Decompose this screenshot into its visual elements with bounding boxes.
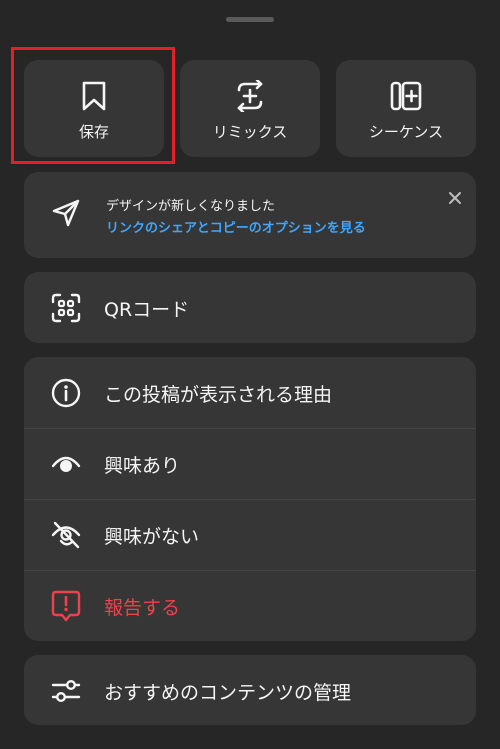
eye-icon (51, 449, 81, 479)
interested-label: 興味あり (104, 455, 181, 477)
report-icon (51, 590, 81, 622)
sequence-button[interactable]: シーケンス (336, 60, 476, 157)
report-label: 報告する (104, 597, 181, 619)
sequence-label: シーケンス (368, 123, 444, 141)
share-options-link[interactable]: リンクのシェアとコピーのオプションを見る (106, 217, 366, 236)
remix-label: リミックス (212, 123, 288, 141)
close-icon[interactable] (448, 190, 462, 209)
qr-code-item[interactable]: QRコード (24, 272, 476, 343)
sequence-icon (389, 80, 423, 112)
post-options-menu: この投稿が表示される理由 興味あり 興味がない 報告する (24, 357, 476, 641)
manage-suggested-content-item[interactable]: おすすめのコンテンツの管理 (24, 655, 476, 725)
not-interested-label: 興味がない (104, 526, 200, 548)
why-seeing-item[interactable]: この投稿が表示される理由 (24, 357, 476, 428)
report-item[interactable]: 報告する (24, 570, 476, 641)
sliders-icon (51, 676, 81, 706)
notice-title: デザインが新しくなりました (106, 199, 276, 214)
why-seeing-label: この投稿が表示される理由 (104, 384, 333, 406)
not-interested-item[interactable]: 興味がない (24, 499, 476, 570)
qr-code-label: QRコード (104, 299, 190, 321)
design-update-notice: デザインが新しくなりました リンクのシェアとコピーのオプションを見る (24, 172, 476, 258)
drag-handle[interactable] (226, 17, 274, 22)
highlight-box (11, 47, 175, 164)
manage-label: おすすめのコンテンツの管理 (104, 682, 352, 704)
send-icon (52, 199, 80, 231)
interested-item[interactable]: 興味あり (24, 428, 476, 499)
remix-button[interactable]: リミックス (180, 60, 320, 157)
remix-icon (233, 80, 267, 112)
qr-code-icon (51, 293, 81, 323)
eye-off-icon (51, 520, 81, 550)
info-icon (51, 378, 81, 408)
